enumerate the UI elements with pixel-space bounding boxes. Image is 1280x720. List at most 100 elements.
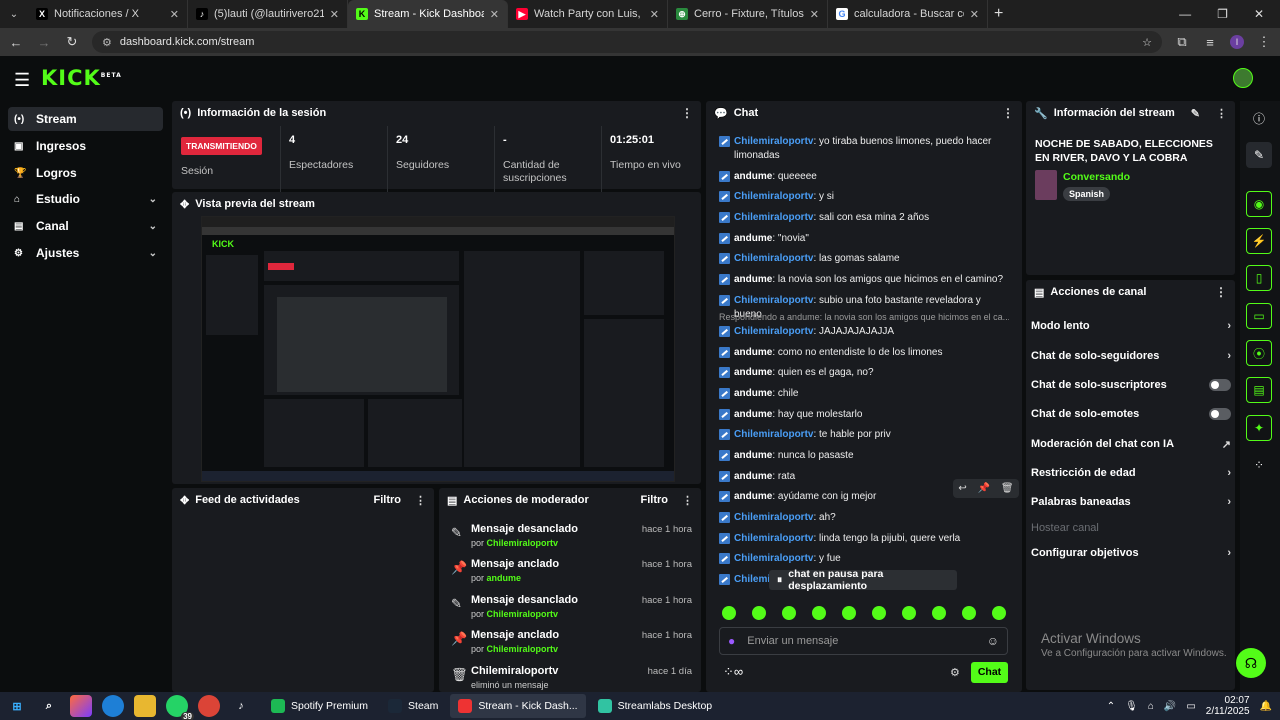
new-tab-icon[interactable]: +: [994, 5, 1003, 23]
browser-tab[interactable]: ▶ Watch Party con Luis, Davo, La ✕: [508, 0, 668, 28]
reply-icon[interactable]: ↩: [958, 483, 966, 494]
chat-username[interactable]: andume: [734, 491, 772, 502]
chat-username[interactable]: Chilemiraloportv: [734, 212, 813, 223]
sidebar-item-ajustes[interactable]: ⚙ Ajustes ⌄: [8, 241, 163, 265]
lightning-icon[interactable]: ⚡: [1246, 228, 1272, 254]
chat-settings-icon[interactable]: ⚙: [950, 666, 960, 679]
emote-icon[interactable]: [782, 606, 796, 620]
mod-filter-button[interactable]: Filtro: [641, 494, 669, 506]
maximize-icon[interactable]: ❐: [1217, 7, 1228, 21]
chat-menu-icon[interactable]: ⋮: [1002, 106, 1014, 120]
chevron-down-icon[interactable]: ⌄: [149, 194, 157, 205]
sidebar-item-ingresos[interactable]: ▣ Ingresos: [8, 134, 163, 158]
mod-action-user[interactable]: Chilemiraloportv: [487, 644, 559, 654]
user-avatar[interactable]: [1233, 68, 1253, 88]
tray-network-icon[interactable]: ⌂: [1148, 701, 1154, 712]
chat-message[interactable]: andume: quien es el gaga, no?: [719, 366, 1009, 380]
mod-action-user[interactable]: Chilemiraloportv: [487, 609, 559, 619]
support-headset-icon[interactable]: ☊: [1236, 648, 1266, 678]
chat-username[interactable]: Chilemiraloportv: [734, 136, 813, 147]
site-info-icon[interactable]: ⚙: [102, 36, 112, 49]
dots-icon[interactable]: ⁘: [1246, 452, 1272, 478]
emote-icon[interactable]: [812, 606, 826, 620]
send-chat-button[interactable]: Chat: [971, 662, 1008, 683]
chat-username[interactable]: andume: [734, 450, 772, 461]
channel-setting-row[interactable]: Moderación del chat con IA ↗: [1031, 434, 1231, 454]
chat-message[interactable]: Chilemiraloportv: y fue: [719, 552, 1009, 566]
chat-username[interactable]: Chilemiraloportv: [734, 191, 813, 202]
stream-preview-video[interactable]: KICK: [201, 216, 675, 482]
address-bar[interactable]: ⚙ dashboard.kick.com/stream ☆: [92, 31, 1162, 53]
activity-filter-button[interactable]: Filtro: [374, 494, 402, 506]
chevron-right-icon[interactable]: ›: [1227, 350, 1231, 362]
setting-toggle[interactable]: [1209, 379, 1231, 391]
tab-close-icon[interactable]: ✕: [810, 8, 819, 21]
chrome-icon[interactable]: [198, 695, 220, 717]
broadcast-rail-icon[interactable]: ⦿: [1246, 340, 1272, 366]
taskbar-app[interactable]: Streamlabs Desktop: [590, 694, 721, 718]
chat-input[interactable]: ● Enviar un mensaje ☺: [719, 627, 1008, 655]
mod-action-user[interactable]: Chilemiraloportv: [487, 538, 559, 548]
pin-icon[interactable]: 📌: [978, 483, 990, 494]
emote-icon[interactable]: [752, 606, 766, 620]
close-window-icon[interactable]: ✕: [1254, 7, 1264, 21]
tray-chevron-icon[interactable]: ⌃: [1107, 701, 1115, 712]
hamburger-menu-icon[interactable]: ☰: [14, 70, 30, 91]
chat-message[interactable]: Chilemiraloportv: linda tengo la pijubi,…: [719, 532, 1009, 546]
tray-battery-icon[interactable]: ▭: [1186, 701, 1195, 712]
chat-username[interactable]: Chilemiraloportv: [734, 429, 813, 440]
chat-message[interactable]: Chilemiraloportv: JAJAJAJAJAJJA: [719, 325, 1009, 339]
back-icon[interactable]: ←: [8, 35, 24, 50]
tray-clock[interactable]: 02:07 2/11/2025: [1206, 695, 1250, 717]
tab-search-icon[interactable]: ⌄: [0, 9, 28, 20]
emote-icon[interactable]: [992, 606, 1006, 620]
chat-username[interactable]: Chilemiraloportv: [734, 512, 813, 523]
bookmark-star-icon[interactable]: ☆: [1142, 36, 1152, 49]
channel-setting-row[interactable]: Chat de solo-emotes: [1031, 404, 1231, 424]
chat-message[interactable]: Chilemiraloportv: las gomas salame: [719, 252, 1009, 266]
session-menu-icon[interactable]: ⋮: [681, 106, 693, 120]
emote-icon[interactable]: [842, 606, 856, 620]
camera-icon[interactable]: ◉: [1246, 191, 1272, 217]
browser-tab[interactable]: X Notificaciones / X ✕: [28, 0, 188, 28]
category-name[interactable]: Conversando: [1063, 171, 1130, 183]
setting-toggle[interactable]: [1209, 408, 1231, 420]
emote-icon[interactable]: [932, 606, 946, 620]
channel-setting-row[interactable]: Chat de solo-suscriptores: [1031, 375, 1231, 395]
tray-mic-icon[interactable]: 🎙: [1125, 701, 1138, 712]
extensions-icon[interactable]: ⧉: [1174, 34, 1190, 50]
external-link-icon[interactable]: ↗: [1222, 438, 1231, 451]
sidebar-item-stream[interactable]: (•) Stream: [8, 107, 163, 131]
chat-username[interactable]: andume: [734, 171, 772, 182]
emote-icon[interactable]: [872, 606, 886, 620]
sidebar-item-canal[interactable]: ▤ Canal ⌄: [8, 214, 163, 238]
whatsapp-icon[interactable]: 39: [166, 695, 194, 720]
chat-message[interactable]: andume: "novia": [719, 232, 1009, 246]
chat-username[interactable]: andume: [734, 347, 772, 358]
tab-close-icon[interactable]: ✕: [170, 8, 179, 21]
chat-message[interactable]: andume: la novia son los amigos que hici…: [719, 273, 1009, 287]
activity-menu-icon[interactable]: ⋮: [415, 494, 426, 507]
channel-setting-row[interactable]: Configurar objetivos ›: [1031, 543, 1231, 563]
delete-icon[interactable]: 🗑: [1001, 483, 1014, 494]
tiktok-icon[interactable]: ♪: [230, 695, 252, 717]
reload-icon[interactable]: ↻: [64, 34, 80, 50]
profile-avatar-icon[interactable]: I: [1230, 35, 1244, 49]
chat-username[interactable]: Chilemiraloportv: [734, 253, 813, 264]
tab-close-icon[interactable]: ✕: [330, 8, 339, 21]
mod-action-user[interactable]: andume: [487, 573, 522, 583]
emote-icon[interactable]: [962, 606, 976, 620]
tools-icon[interactable]: ✦: [1246, 415, 1272, 441]
chat-username[interactable]: andume: [734, 274, 772, 285]
chat-username[interactable]: andume: [734, 388, 772, 399]
chevron-down-icon[interactable]: ⌄: [149, 221, 157, 232]
browser-menu-icon[interactable]: ⋮: [1256, 34, 1272, 50]
chevron-right-icon[interactable]: ›: [1227, 467, 1231, 479]
chat-message[interactable]: andume: chile: [719, 387, 1009, 401]
chat-message[interactable]: Chilemiraloportv: te hable por priv: [719, 428, 1009, 442]
edit-stream-icon[interactable]: ✎: [1191, 107, 1200, 120]
chevron-right-icon[interactable]: ›: [1227, 320, 1231, 332]
browser-tab[interactable]: K Stream - Kick Dashboard ✕: [348, 0, 508, 28]
layout-icon[interactable]: ▤: [1246, 377, 1272, 403]
channel-setting-row[interactable]: Restricción de edad ›: [1031, 463, 1231, 483]
